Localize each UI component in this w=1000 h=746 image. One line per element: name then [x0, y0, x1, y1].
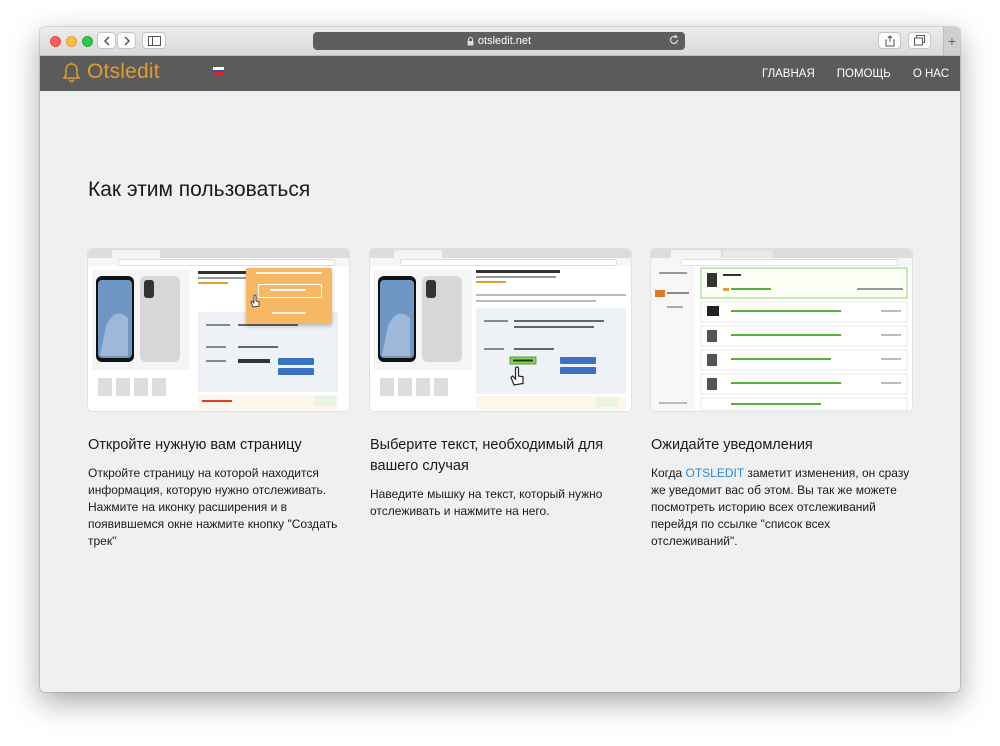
step-1-text: Откройте страницу на которой находится и… — [88, 466, 338, 548]
share-icon — [885, 34, 894, 46]
new-tab-button[interactable]: + — [943, 27, 960, 55]
share-button[interactable] — [878, 32, 901, 49]
nav-link-home[interactable]: ГЛАВНАЯ — [762, 68, 815, 80]
lock-icon — [467, 36, 474, 45]
hand-cursor-icon — [510, 366, 524, 386]
tabs-icon — [914, 35, 925, 46]
browser-window: otsledit.net + Otsledit ГЛАВНАЯ ПОМОЩЬ О… — [40, 27, 960, 692]
reload-icon[interactable] — [668, 34, 680, 46]
bell-icon — [62, 62, 81, 82]
extension-popup — [246, 268, 332, 324]
tracks-list-image — [651, 266, 912, 411]
minimize-window-button[interactable] — [66, 36, 77, 47]
product-page-image — [370, 266, 631, 411]
tabs-overview-button[interactable] — [908, 32, 931, 49]
step-card-2: Выберите текст, необходимый для вашего с… — [370, 249, 631, 520]
step-3-title: Ожидайте уведомления — [651, 437, 813, 453]
step-3-screenshot — [651, 249, 912, 411]
forward-button[interactable] — [117, 32, 136, 49]
step-2-screenshot — [370, 249, 631, 411]
step-1-screenshot — [88, 249, 349, 411]
sidebar-toggle-button[interactable] — [142, 32, 166, 49]
step-2-title: Выберите текст, необходимый для вашего с… — [370, 437, 604, 474]
chevron-right-icon — [123, 35, 130, 46]
hand-cursor-icon — [250, 294, 260, 308]
otsledit-highlight: OTSLEDIT — [685, 466, 744, 480]
nav-link-about[interactable]: О НАС — [913, 68, 949, 80]
brand-logo[interactable]: Otsledit — [62, 60, 160, 84]
browser-titlebar: otsledit.net + — [40, 27, 960, 56]
nav-link-help[interactable]: ПОМОЩЬ — [837, 68, 891, 80]
brand-name: Otsledit — [87, 60, 160, 83]
step-1-title: Откройте нужную вам страницу — [88, 437, 302, 453]
language-flag-icon[interactable] — [213, 67, 224, 75]
step-3-text-start: Когда — [651, 466, 686, 480]
step-2-text: Наведите мышку на текст, который нужно о… — [370, 487, 603, 518]
sidebar-icon — [147, 35, 161, 46]
maximize-window-button[interactable] — [82, 36, 93, 47]
section-title: Как этим пользоваться — [88, 178, 311, 201]
back-button[interactable] — [97, 32, 116, 49]
step-3-text: Когда OTSLEDIT заметит изменения, он сра… — [651, 465, 912, 550]
create-track-button[interactable] — [258, 284, 322, 298]
address-bar[interactable]: otsledit.net — [313, 32, 685, 50]
close-window-button[interactable] — [50, 36, 61, 47]
url-text: otsledit.net — [477, 35, 532, 47]
chevron-left-icon — [103, 35, 110, 46]
site-navbar: Otsledit ГЛАВНАЯ ПОМОЩЬ О НАС — [40, 56, 960, 91]
step-card-1: Откройте нужную вам страницу Откройте ст… — [88, 249, 349, 550]
main-menu: ГЛАВНАЯ ПОМОЩЬ О НАС — [740, 56, 949, 91]
step-card-3: Ожидайте уведомления Когда OTSLEDIT заме… — [651, 249, 912, 550]
